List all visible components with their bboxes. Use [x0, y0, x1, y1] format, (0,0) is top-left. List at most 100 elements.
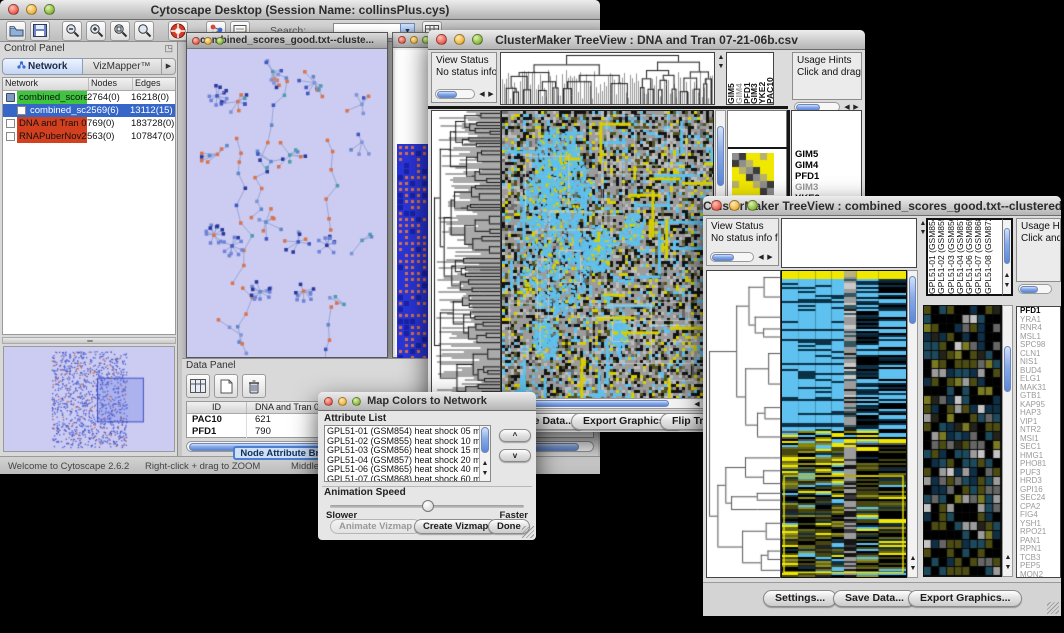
frame-close-button[interactable]: [192, 37, 200, 45]
tv2-labels-scroll-down[interactable]: ▼: [1002, 282, 1012, 289]
attribute-scroll-up[interactable]: ▲: [480, 460, 490, 467]
control-panel: Control Panel ◳ Network VizMapper™ ▶ Net…: [0, 42, 178, 456]
network-row[interactable]: RNAPuberNov2+563(0)107847(0): [3, 130, 175, 143]
tv1-heatmap[interactable]: [502, 111, 713, 404]
tv1-row-dendrogram[interactable]: [432, 111, 500, 404]
tv2-zoom-scroll-up[interactable]: ▲: [1003, 554, 1013, 561]
network-row[interactable]: combined_sco2569(6)13112(15): [3, 104, 175, 117]
tv1-column-dendrogram[interactable]: [501, 53, 714, 104]
tab-network[interactable]: Network: [2, 58, 83, 75]
attribute-list-scrollbar[interactable]: ▲ ▼: [479, 426, 490, 481]
network-edges-count: 13112(15): [130, 104, 175, 117]
open-session-button[interactable]: [6, 21, 26, 41]
network-row[interactable]: combined_scores2764(0)16218(0): [3, 91, 175, 104]
tv2-titlebar[interactable]: ClusterMaker TreeView : combined_scores_…: [703, 196, 1061, 216]
network-view-canvas[interactable]: [187, 49, 387, 357]
tab-vizmapper[interactable]: VizMapper™: [83, 58, 163, 75]
zoom-selected-button[interactable]: [110, 21, 130, 41]
frame-zoom-button[interactable]: [216, 37, 224, 45]
frame-minimize-button[interactable]: [204, 37, 212, 45]
tv2-button-bar: Settings...Save Data...Export Graphics..…: [703, 582, 1061, 616]
close-button[interactable]: [8, 4, 19, 15]
tv1-col-scroll-down[interactable]: ▼: [716, 63, 726, 70]
dialog-resize-grip[interactable]: [522, 526, 534, 538]
dialog-titlebar[interactable]: Map Colors to Network: [318, 392, 536, 411]
zoom-window-button[interactable]: [44, 4, 55, 15]
tv2-save-data-button[interactable]: Save Data...: [833, 590, 916, 607]
dialog-close-button[interactable]: [324, 397, 333, 406]
tv1-zoom-matrix[interactable]: [732, 153, 774, 195]
tv1-column-label: GIM4: [735, 53, 743, 104]
tv2-usage-scrollbar[interactable]: [1018, 284, 1052, 294]
tab-overflow-button[interactable]: ▶: [162, 58, 176, 75]
network-name: RNAPuberNov2+: [17, 130, 87, 143]
tv2-resize-grip[interactable]: [1047, 602, 1059, 614]
animation-speed-slider[interactable]: [330, 505, 524, 508]
dialog-minimize-button[interactable]: [338, 397, 347, 406]
tv1-minimize-button[interactable]: [454, 34, 465, 45]
create-attribute-button[interactable]: [214, 374, 238, 398]
save-session-button[interactable]: [30, 21, 50, 41]
tv1-gene-label: GIM3: [795, 182, 861, 193]
tv2-minimize-button[interactable]: [729, 200, 740, 211]
tv2-status-scroll-right[interactable]: ▶: [765, 254, 775, 261]
tv2-view-status-panel: View Status No status info f ◀ ▶: [706, 218, 779, 266]
tv1-zoom-button[interactable]: [472, 34, 483, 45]
tv2-labels-scroll-up[interactable]: ▲: [1002, 272, 1012, 279]
select-attributes-button[interactable]: [186, 374, 210, 398]
attribute-grid-icon: [190, 379, 206, 393]
minimize-button[interactable]: [26, 4, 37, 15]
network-overview-canvas[interactable]: [4, 347, 174, 451]
move-down-button[interactable]: v: [499, 449, 531, 462]
help-button[interactable]: [168, 21, 188, 41]
dense-minimize-button[interactable]: [410, 36, 418, 44]
animation-speed-label: Animation Speed: [324, 487, 406, 498]
panel-splitter[interactable]: [2, 337, 176, 344]
tv2-status-scrollbar[interactable]: [710, 252, 754, 262]
tv2-labels-scrollbar[interactable]: ▲ ▼: [1002, 218, 1013, 296]
zoom-out-button[interactable]: [62, 21, 82, 41]
tv2-global-view[interactable]: [781, 218, 917, 268]
column-header-edges: Edges: [133, 78, 175, 90]
tv1-status-scrollbar[interactable]: [435, 89, 475, 99]
network-nodes-count: 563(0): [87, 130, 131, 143]
tv2-view-status-title: View Status: [711, 221, 774, 233]
float-panel-icon[interactable]: ◳: [164, 43, 173, 54]
network-view-frame: combined_scores_good.txt--cluste...: [186, 32, 388, 358]
tv1-close-button[interactable]: [436, 34, 447, 45]
tv2-row-dendrogram[interactable]: [707, 271, 780, 577]
attribute-listbox[interactable]: GPL51-01 (GSM854) heat shock 05 minGPL51…: [324, 425, 491, 482]
tv1-hscroll-left[interactable]: ◀: [692, 401, 702, 408]
tv1-usage-title: Usage Hints: [797, 55, 857, 67]
tv2-heatmap[interactable]: [782, 271, 906, 577]
tv2-vscroll-down[interactable]: ▼: [908, 565, 918, 572]
network-row[interactable]: DNA and Tran 07769(0)183728(0): [3, 117, 175, 130]
tv2-zoom-scroll-down[interactable]: ▼: [1003, 564, 1013, 571]
network-list-header[interactable]: Network Nodes Edges: [3, 78, 175, 91]
tv1-col-scroll-up[interactable]: ▲: [716, 54, 726, 61]
tv2-zoom-scrollbar[interactable]: ▲ ▼: [1002, 305, 1013, 577]
dense-close-button[interactable]: [398, 36, 406, 44]
slider-thumb[interactable]: [422, 500, 434, 512]
tv2-settings-button[interactable]: Settings...: [763, 590, 837, 607]
dialog-zoom-button[interactable]: [352, 397, 361, 406]
tv2-export-graphics-button[interactable]: Export Graphics...: [908, 590, 1022, 607]
attribute-scroll-down[interactable]: ▼: [480, 470, 490, 477]
network-frame-titlebar[interactable]: combined_scores_good.txt--cluste...: [187, 33, 387, 49]
tv2-zoom-button[interactable]: [747, 200, 758, 211]
move-up-button[interactable]: ^: [499, 429, 531, 442]
tv2-close-button[interactable]: [711, 200, 722, 211]
zoom-fit-button[interactable]: [134, 21, 154, 41]
tv2-vscroll-up[interactable]: ▲: [908, 555, 918, 562]
main-titlebar[interactable]: Cytoscape Desktop (Session Name: collins…: [0, 0, 600, 20]
tv2-zoom-heatmap[interactable]: [924, 306, 1001, 576]
zoom-in-button[interactable]: [86, 21, 106, 41]
tv1-titlebar[interactable]: ClusterMaker TreeView : DNA and Tran 07-…: [428, 30, 865, 50]
delete-attribute-button[interactable]: [242, 374, 266, 398]
animate-vizmap-button: Animate Vizmap: [330, 519, 421, 534]
tv2-vscrollbar[interactable]: ▲ ▼: [907, 270, 918, 578]
network-nodes-count: 769(0): [87, 117, 131, 130]
create-vizmap-button[interactable]: Create Vizmap: [414, 519, 497, 534]
attribute-list-item[interactable]: GPL51-07 (GSM868) heat shock 60 min: [327, 475, 488, 483]
tv1-status-scroll-right[interactable]: ▶: [486, 91, 496, 98]
